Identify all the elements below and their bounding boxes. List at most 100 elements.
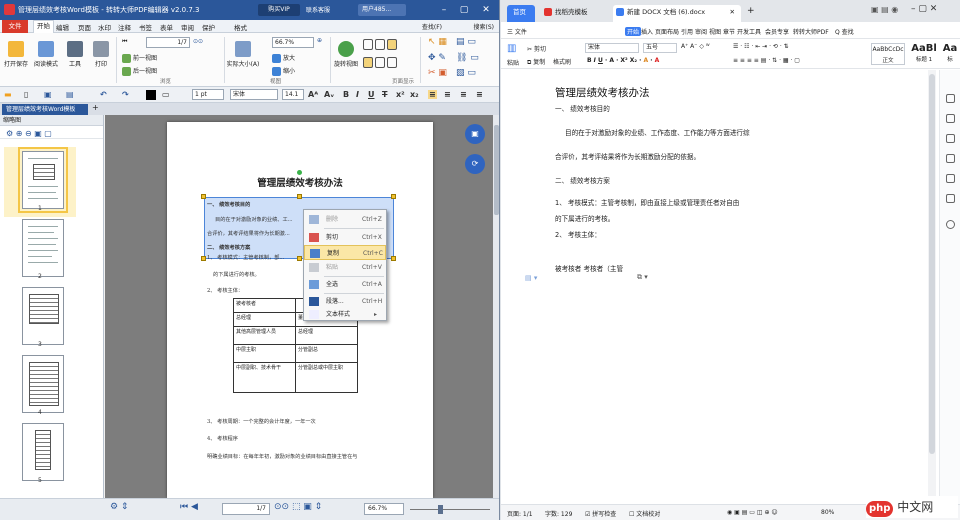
minimize-icon[interactable]: – [436,2,452,18]
ctx-paste[interactable]: 粘贴 Ctrl+V [304,260,386,275]
user-account-button[interactable]: 用户485... [358,4,406,16]
image-icon[interactable]: ▧ ▭ [456,68,476,78]
status-tools-icon[interactable]: ⚙ ⇕ [110,502,128,512]
wps-menu-zzpdf[interactable]: 转转大师PDF [793,27,829,36]
menu-format[interactable]: 格式 [234,22,247,32]
wps-menu-reference[interactable]: 引用 [681,27,693,36]
italic-icon[interactable]: I [356,90,359,99]
buy-vip-button[interactable]: 购买VIP [258,4,300,16]
thumbnail-page-1[interactable] [18,147,68,213]
side-share-icon[interactable] [946,154,955,163]
wps-font-size-select[interactable]: 五号 [643,43,677,53]
wps-document-tab[interactable]: 新建 DOCX 文档 (6).docx ✕ [613,5,741,22]
font-grow-shrink-icons[interactable]: A⁺ A⁻ ◇ ᵂ [681,43,710,50]
wps-menu-vip[interactable]: 会员专享 [765,27,789,36]
wps-menu-section[interactable]: 章节 [723,27,735,36]
paste-options-icon[interactable]: ⧉ ▾ [637,273,648,282]
ctx-copy[interactable]: 复制 Ctrl+C [304,245,386,260]
next-view-button[interactable]: 后一视图 [122,66,157,76]
rotate-handle[interactable] [297,170,302,175]
ctx-select-all[interactable]: 全选 Ctrl+A [304,277,386,292]
wps-menu-home[interactable]: 开始 [625,27,642,36]
single-page-icon[interactable] [363,39,399,50]
paste-icon[interactable]: ▥ [507,43,516,54]
thumbnail-page-4[interactable] [22,355,64,413]
zoom-in-button[interactable]: 放大 [272,53,295,63]
paste-button[interactable]: 粘贴 [507,58,519,67]
refresh-float-icon[interactable]: ⟳ [465,154,485,174]
first-page-icon[interactable]: ⏮ [122,38,127,46]
ctx-text-style[interactable]: 文本样式 ▸ [304,307,386,322]
style-heading-1[interactable]: AaBl 标题 1 [907,43,941,65]
print-small-icon[interactable]: ▤ [66,90,74,99]
resize-handle[interactable] [391,194,396,199]
ctx-cut[interactable]: 剪切 Ctrl+X [304,230,386,245]
document-canvas[interactable]: 管理层绩效考核办法 一、 绩效考核目的 目的在于对激励对象的业绩、工... 合评… [105,115,493,498]
style-heading-2[interactable]: Aa 标 [941,43,959,65]
align-left-icon[interactable]: ≡ [428,90,437,99]
font-size-select[interactable]: 14.1 [282,89,304,100]
paragraph-marker-icon[interactable]: ▤ ▾ [525,274,537,282]
convert-float-icon[interactable]: ▣ [465,124,485,144]
pdf-page[interactable]: 管理层绩效考核办法 一、 绩效考核目的 目的在于对激励对象的业绩、工... 合评… [167,122,433,498]
wps-template-tab[interactable]: 找稻壳模板 [541,5,611,22]
next-page-icon[interactable]: ⊙⊙ [193,38,203,45]
wps-home-tab[interactable]: 首页 [507,5,535,22]
new-tab-icon[interactable]: + [747,6,755,16]
layout-icon[interactable]: ▤ ▭ [456,37,476,47]
close-icon[interactable]: ✕ [478,2,494,18]
status-zoom[interactable]: 80% [821,509,834,516]
print-button[interactable]: 打印 [90,41,112,68]
status-zoom-select[interactable]: 66.7% [364,503,404,515]
rotate-view-button[interactable]: 旋转视图 [333,41,359,68]
wps-menu-insert[interactable]: 插入 [641,27,653,36]
zoom-out-button[interactable]: 缩小 [272,66,295,76]
new-file-icon[interactable]: ▯ [24,90,28,99]
format-painter-button[interactable]: 格式刷 [553,57,571,66]
style-normal[interactable]: AaBbCcDc 正文 [871,43,905,65]
align-right-icon[interactable]: ≡ [460,90,467,99]
wps-scrollbar[interactable] [928,70,936,504]
menu-bookmark[interactable]: 书签 [139,22,152,32]
thumbnail-settings-icon[interactable]: ⚙ ⊕ ⊖ ▣ ▢ [6,129,52,138]
menu-page[interactable]: 页面 [78,22,91,32]
save-icon[interactable]: ▣ [44,90,52,99]
spell-check-toggle[interactable]: ☑ 拼写检查 [585,509,616,518]
side-help-icon[interactable] [946,220,955,229]
side-cursor-icon[interactable] [946,114,955,123]
tools-button[interactable]: 工具 [64,41,86,68]
strikethrough-icon[interactable]: T [382,90,387,99]
select-tool-icon[interactable]: ↖ ▦ [428,37,447,47]
close-tab-icon[interactable]: ✕ [730,5,735,19]
canvas-scrollbar[interactable] [493,115,499,498]
wps-menu-layout[interactable]: 页面布局 [655,27,679,36]
line-style-icon[interactable]: ▭ [162,90,170,99]
font-name-select[interactable]: 宋体 [230,89,278,100]
menu-protect[interactable]: 保护 [202,22,215,32]
wps-menu-find[interactable]: Q 查找 [835,27,854,36]
resize-handle[interactable] [391,256,396,261]
list-icons[interactable]: ☰ · ☷ · ⇤ ⇥ · ⟲ · ⇅ [733,43,789,50]
side-location-icon[interactable] [946,174,955,183]
resize-handle[interactable] [297,256,302,261]
thumbnail-page-5[interactable] [22,423,64,481]
snapshot-tool-icon[interactable]: ✂ ▣ [428,68,447,78]
continuous-page-icon[interactable] [363,57,399,68]
redo-icon[interactable]: ↷ [122,90,129,99]
prev-view-button[interactable]: 前一视图 [122,53,157,63]
zoom-input[interactable]: 66.7% [272,37,314,48]
page-number-input[interactable]: 1/7 [146,37,190,48]
menu-edit[interactable]: 编辑 [56,22,69,32]
status-next-icon[interactable]: ⊙⊙ ⬚ ▣ ⇕ [274,502,322,512]
edit-tool-icon[interactable]: ✥ ✎ [428,53,446,63]
menu-home[interactable]: 开始 [33,20,54,33]
copy-button[interactable]: ⧉ 复制 [527,57,545,67]
new-tab-icon[interactable]: + [92,103,99,112]
wps-font-name-select[interactable]: 宋体 [585,43,639,53]
wps-document-area[interactable]: 管理层绩效考核办法 一、 绩效考核目的 目的在于对激励对象的业绩、工作态度、工作… [501,70,941,504]
cut-button[interactable]: ✂ 剪切 [527,44,546,53]
thumbnail-page-3[interactable] [22,287,64,345]
menu-annotate[interactable]: 注释 [118,22,131,32]
wps-font-style-icons[interactable]: B I U · A · X² X₂ · A · A [587,57,659,64]
wps-layout-icons[interactable]: ▣ ▤ ◉ [871,5,898,14]
